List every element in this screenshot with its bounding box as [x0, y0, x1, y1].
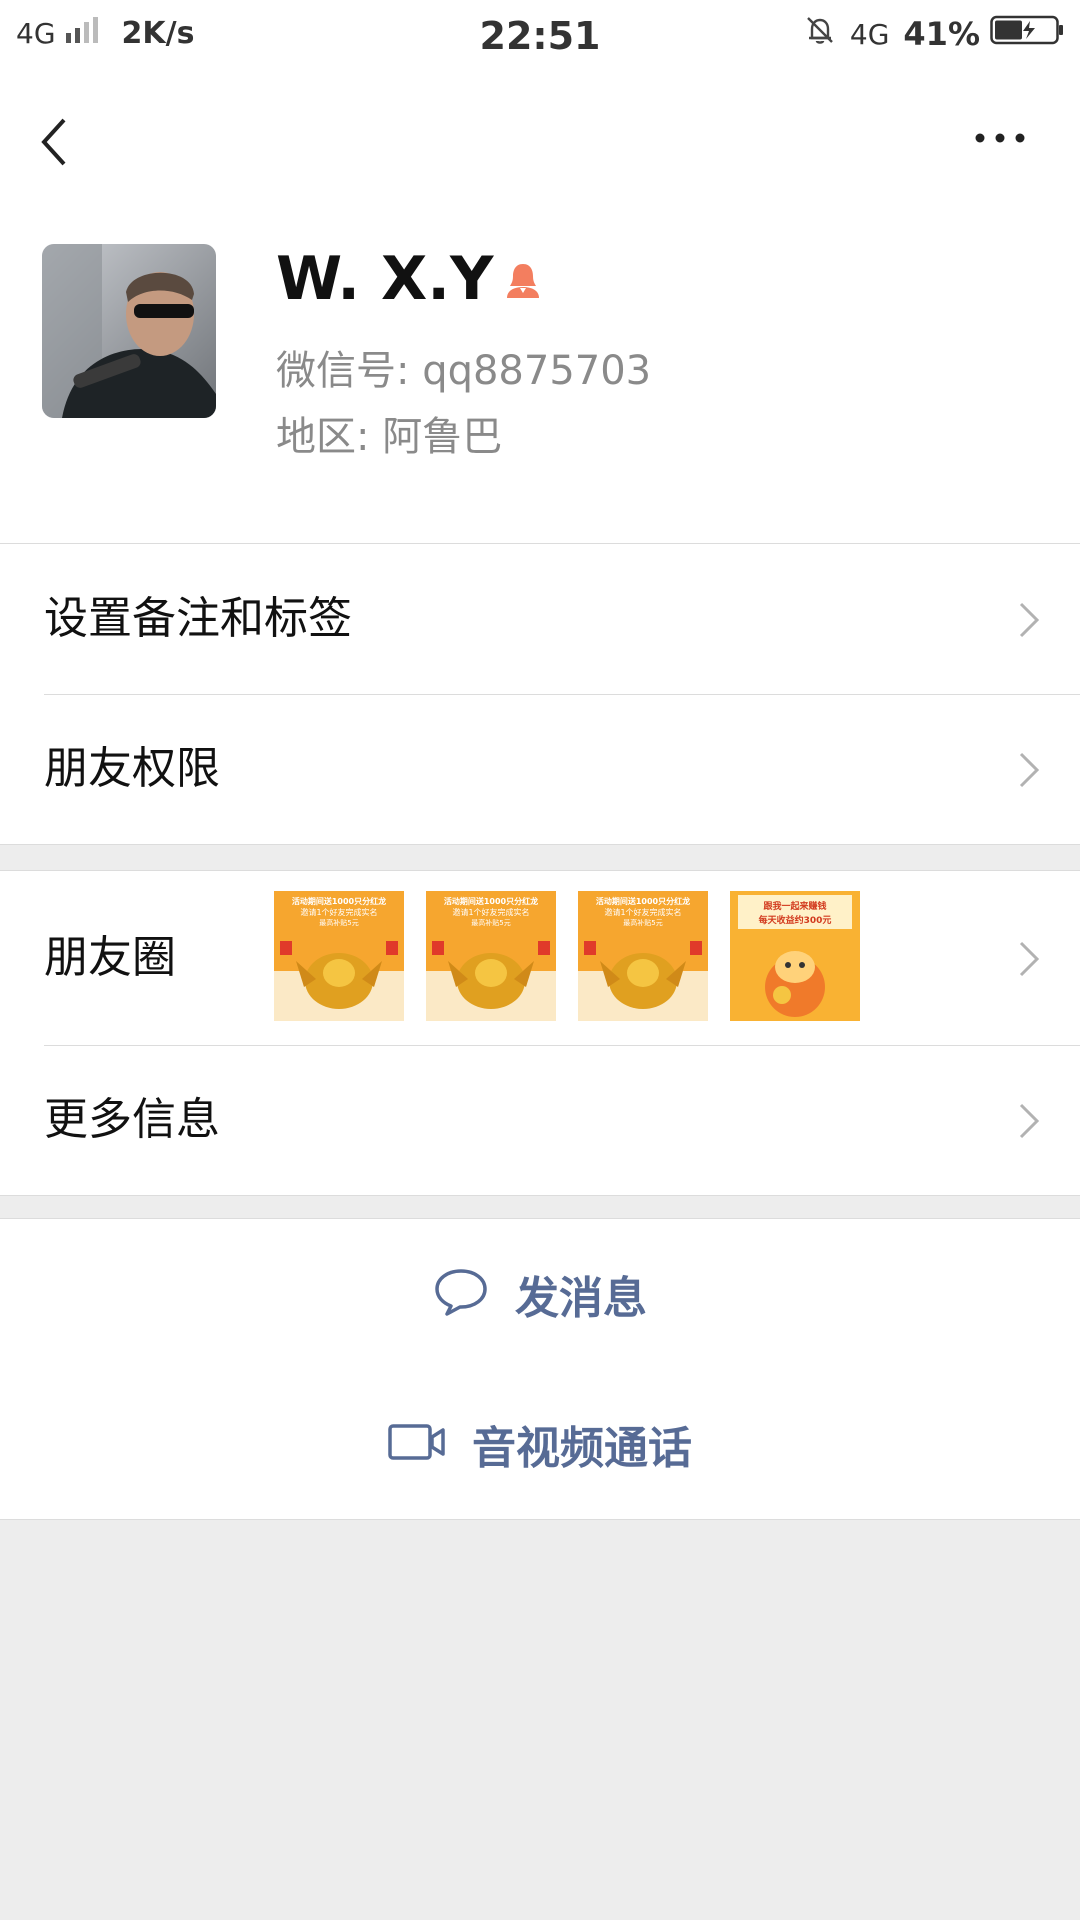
nickname-row: W. X.Y [276, 244, 543, 314]
chevron-right-icon [1018, 601, 1040, 643]
thumb-line2: 邀请1个好友完成实名 [300, 907, 377, 917]
more-info-row[interactable]: 更多信息 [0, 1045, 1080, 1195]
friend-permissions-label: 朋友权限 [44, 743, 220, 794]
remark-tags-label: 设置备注和标签 [44, 593, 352, 644]
video-call-button[interactable]: 音视频通话 [0, 1369, 1080, 1520]
moments-thumbnail: 活动期间送1000只分红龙 邀请1个好友完成实名 最高补贴5元 [426, 891, 556, 1021]
thumb-line2: 邀请1个好友完成实名 [604, 907, 681, 917]
thumb-line3: 最高补贴5元 [471, 918, 510, 927]
avatar[interactable] [42, 244, 216, 418]
thumb-line1: 活动期间送1000只分红龙 [596, 896, 690, 906]
wechat-id: 微信号: qq8875703 [276, 348, 652, 394]
battery-icon [990, 14, 1064, 54]
moments-thumbnail: 活动期间送1000只分红龙 邀请1个好友完成实名 最高补贴5元 [274, 891, 404, 1021]
thumb-line3: 最高补贴5元 [319, 918, 358, 927]
chevron-right-icon [1018, 1102, 1040, 1144]
moments-row[interactable]: 朋友圈 活动期间送1000只分红龙 邀请1个好友完成实名 最高补贴5元 活动期间… [0, 871, 1080, 1045]
chevron-right-icon [1018, 751, 1040, 793]
more-info-label: 更多信息 [44, 1094, 220, 1145]
settings-section: 设置备注和标签 朋友权限 [0, 543, 1080, 845]
video-camera-icon [388, 1422, 446, 1466]
moments-thumbnails: 活动期间送1000只分红龙 邀请1个好友完成实名 最高补贴5元 活动期间送100… [274, 891, 882, 1021]
female-icon [503, 260, 543, 304]
thumb-line1: 活动期间送1000只分红龙 [292, 896, 386, 906]
region: 地区: 阿鲁巴 [276, 414, 503, 460]
send-message-button[interactable]: 发消息 [0, 1218, 1080, 1370]
more-options-icon[interactable] [974, 130, 1026, 149]
thumb-line1: 活动期间送1000只分红龙 [444, 896, 538, 906]
mute-bell-icon [804, 14, 836, 54]
video-call-label: 音视频通话 [472, 1423, 692, 1474]
moments-label: 朋友圈 [44, 932, 176, 983]
network-type-right: 4G [849, 17, 890, 51]
nickname: W. X.Y [276, 244, 494, 314]
thumb-line1: 跟我一起来赚钱 [763, 900, 826, 912]
back-icon[interactable] [36, 114, 72, 174]
thumb-line3: 最高补贴5元 [623, 918, 662, 927]
remark-tags-row[interactable]: 设置备注和标签 [0, 544, 1080, 694]
send-message-label: 发消息 [515, 1273, 647, 1324]
status-bar: 4G 2K/s 22:51 4G 41% [0, 0, 1080, 76]
thumb-line2: 邀请1个好友完成实名 [452, 907, 529, 917]
status-right: 4G 41% [804, 14, 1064, 54]
thumb-line2: 每天收益约300元 [759, 914, 832, 926]
moments-thumbnail: 活动期间送1000只分红龙 邀请1个好友完成实名 最高补贴5元 [578, 891, 708, 1021]
chevron-right-icon [1018, 940, 1040, 982]
chat-bubble-icon [433, 1267, 489, 1321]
friend-permissions-row[interactable]: 朋友权限 [0, 694, 1080, 844]
moments-thumbnail: 跟我一起来赚钱 每天收益约300元 [730, 891, 860, 1021]
battery-percent: 41% [903, 15, 980, 53]
profile-header: W. X.Y 微信号: qq8875703 地区: 阿鲁巴 [0, 76, 1080, 544]
info-section: 朋友圈 活动期间送1000只分红龙 邀请1个好友完成实名 最高补贴5元 活动期间… [0, 870, 1080, 1196]
